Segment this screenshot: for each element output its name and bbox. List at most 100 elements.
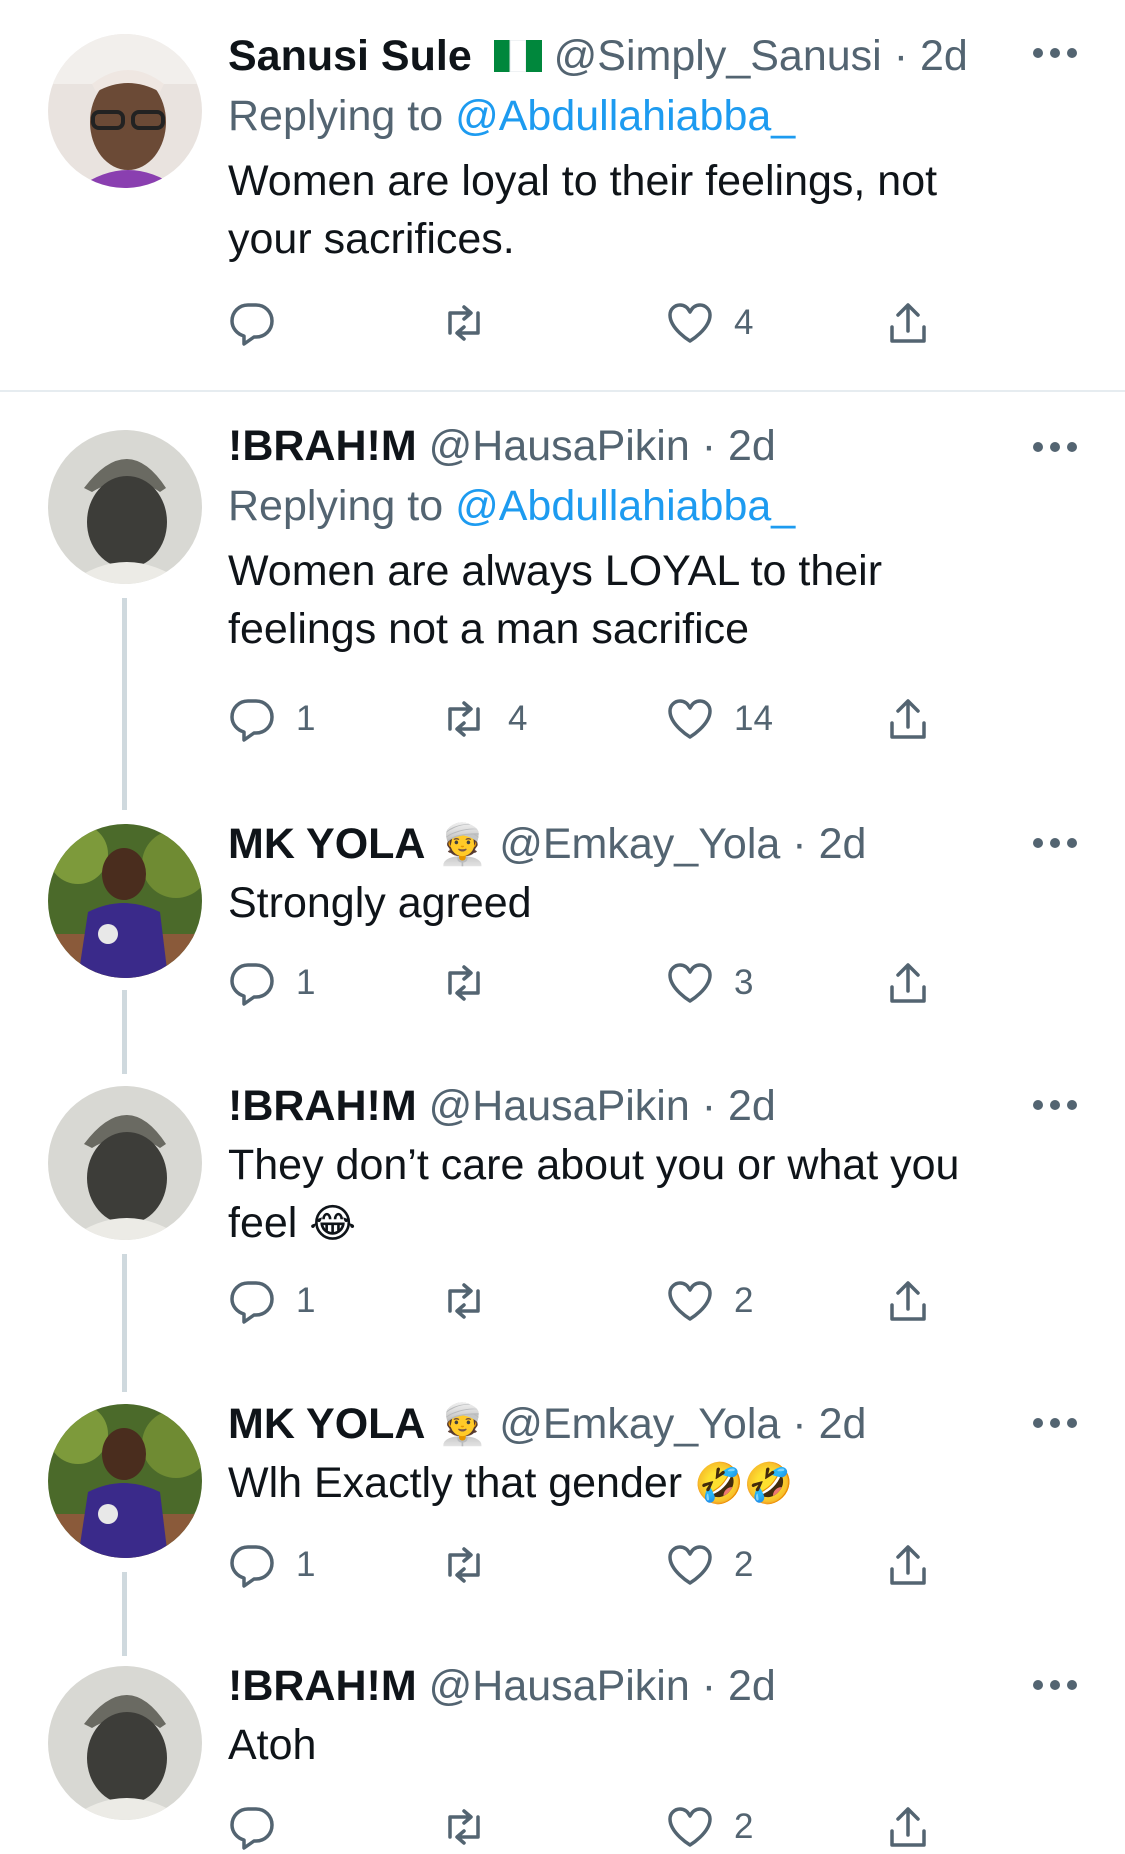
heart-icon bbox=[668, 699, 712, 739]
user-handle[interactable]: @Emkay_Yola bbox=[499, 820, 780, 868]
avatar-image bbox=[48, 1404, 202, 1558]
more-icon[interactable] bbox=[1033, 1100, 1077, 1112]
like-button[interactable]: 2 bbox=[666, 1540, 753, 1590]
replying-to: Replying to @Abdullahiabba_ bbox=[228, 86, 1125, 146]
tweet-text-line: They don’t care about you or what you bbox=[228, 1141, 960, 1189]
display-name[interactable]: !BRAH!M bbox=[228, 422, 417, 470]
reply-icon bbox=[230, 303, 274, 346]
tweet-text-line: feelings not a man sacrifice bbox=[228, 605, 750, 653]
more-icon[interactable] bbox=[1033, 838, 1077, 850]
user-handle[interactable]: @Simply_Sanusi bbox=[554, 32, 882, 80]
reply-count: 1 bbox=[296, 699, 316, 738]
tweet[interactable]: !BRAH!M @HausaPikin · 2d Replying to @Ab… bbox=[0, 392, 1125, 772]
more-icon[interactable] bbox=[1033, 1680, 1077, 1692]
tweet[interactable]: !BRAH!M @HausaPikin · 2d They don’t care… bbox=[0, 1042, 1125, 1362]
share-button[interactable] bbox=[884, 694, 932, 744]
retweet-icon bbox=[448, 1547, 480, 1583]
user-handle[interactable]: @HausaPikin bbox=[429, 1082, 690, 1130]
retweet-button[interactable] bbox=[440, 1540, 508, 1590]
tweet-header: Sanusi Sule @Simply_Sanusi · 2d bbox=[228, 26, 1125, 86]
like-button[interactable]: 14 bbox=[666, 694, 773, 744]
avatar-image bbox=[48, 1086, 202, 1240]
more-icon[interactable] bbox=[1033, 48, 1077, 60]
tweet-text: They don’t care about you or what you fe… bbox=[228, 1136, 1125, 1253]
reply-button[interactable] bbox=[228, 1802, 296, 1852]
tweet-header: !BRAH!M @HausaPikin · 2d bbox=[228, 1656, 1125, 1716]
avatar[interactable] bbox=[48, 1404, 202, 1558]
like-button[interactable]: 2 bbox=[666, 1802, 753, 1852]
retweet-icon bbox=[448, 965, 480, 1001]
like-count: 14 bbox=[734, 699, 773, 738]
tweet-actions: 1 3 bbox=[228, 958, 988, 1008]
display-name[interactable]: !BRAH!M bbox=[228, 1082, 417, 1130]
heart-icon bbox=[668, 1545, 712, 1585]
tweet-header: !BRAH!M @HausaPikin · 2d bbox=[228, 416, 1125, 476]
avatar[interactable] bbox=[48, 34, 202, 188]
tweet-text-line: Atoh bbox=[228, 1721, 317, 1769]
more-icon[interactable] bbox=[1033, 442, 1077, 454]
turban-emoji-icon: 👳 bbox=[437, 822, 488, 868]
tweet-header: MK YOLA 👳 @Emkay_Yola · 2d bbox=[228, 1394, 1125, 1454]
share-button[interactable] bbox=[884, 1540, 932, 1590]
avatar[interactable] bbox=[48, 824, 202, 978]
heart-icon bbox=[668, 963, 712, 1003]
share-button[interactable] bbox=[884, 298, 932, 348]
avatar-image bbox=[48, 1666, 202, 1820]
share-button[interactable] bbox=[884, 1276, 932, 1326]
share-icon bbox=[890, 1545, 926, 1585]
reply-button[interactable]: 1 bbox=[228, 958, 315, 1008]
avatar[interactable] bbox=[48, 1086, 202, 1240]
more-icon[interactable] bbox=[1033, 1418, 1077, 1430]
like-count: 2 bbox=[734, 1545, 754, 1584]
reply-button[interactable]: 1 bbox=[228, 1276, 315, 1326]
tweet[interactable]: MK YOLA 👳 @Emkay_Yola · 2d Strongly agre… bbox=[0, 780, 1125, 1042]
tweet[interactable]: Sanusi Sule @Simply_Sanusi · 2d Replying… bbox=[0, 0, 1125, 390]
heart-icon bbox=[668, 1281, 712, 1321]
like-button[interactable]: 4 bbox=[666, 298, 753, 348]
user-handle[interactable]: @HausaPikin bbox=[429, 1662, 690, 1710]
like-button[interactable]: 3 bbox=[666, 958, 753, 1008]
timestamp[interactable]: 2d bbox=[819, 1400, 867, 1448]
share-button[interactable] bbox=[884, 958, 932, 1008]
retweet-button[interactable] bbox=[440, 298, 508, 348]
timestamp[interactable]: 2d bbox=[728, 1662, 776, 1710]
heart-icon bbox=[668, 303, 712, 343]
timestamp[interactable]: 2d bbox=[920, 32, 968, 80]
tweet[interactable]: !BRAH!M @HausaPikin · 2d Atoh 2 bbox=[0, 1624, 1125, 1854]
share-icon bbox=[890, 303, 926, 343]
reply-button[interactable]: 1 bbox=[228, 694, 315, 744]
timestamp[interactable]: 2d bbox=[819, 820, 867, 868]
reply-button[interactable] bbox=[228, 298, 296, 348]
like-button[interactable]: 2 bbox=[666, 1276, 753, 1326]
tweet[interactable]: MK YOLA 👳 @Emkay_Yola · 2d Wlh Exactly t… bbox=[0, 1362, 1125, 1624]
avatar-image bbox=[48, 34, 202, 188]
reply-button[interactable]: 1 bbox=[228, 1540, 315, 1590]
share-button[interactable] bbox=[884, 1802, 932, 1852]
avatar[interactable] bbox=[48, 430, 202, 584]
retweet-button[interactable] bbox=[440, 1276, 508, 1326]
tweet-header: !BRAH!M @HausaPikin · 2d bbox=[228, 1076, 1125, 1136]
share-icon bbox=[890, 699, 926, 739]
user-handle[interactable]: @Emkay_Yola bbox=[499, 1400, 780, 1448]
tweet-actions: 1 2 bbox=[228, 1276, 988, 1326]
user-handle[interactable]: @HausaPikin bbox=[429, 422, 690, 470]
tweet-text: Wlh Exactly that gender 🤣🤣 bbox=[228, 1454, 1125, 1513]
display-name[interactable]: MK YOLA bbox=[228, 820, 426, 868]
retweet-button[interactable]: 4 bbox=[440, 694, 527, 744]
share-icon bbox=[890, 1807, 926, 1847]
timestamp[interactable]: 2d bbox=[728, 422, 776, 470]
nigeria-flag-icon bbox=[493, 40, 542, 72]
display-name[interactable]: Sanusi Sule bbox=[228, 32, 472, 80]
timestamp[interactable]: 2d bbox=[728, 1082, 776, 1130]
retweet-button[interactable] bbox=[440, 1802, 508, 1852]
display-name[interactable]: !BRAH!M bbox=[228, 1662, 417, 1710]
replying-to: Replying to @Abdullahiabba_ bbox=[228, 476, 1125, 536]
avatar[interactable] bbox=[48, 1666, 202, 1820]
display-name[interactable]: MK YOLA bbox=[228, 1400, 426, 1448]
replying-to-link[interactable]: @Abdullahiabba_ bbox=[455, 92, 795, 140]
retweet-button[interactable] bbox=[440, 958, 508, 1008]
replying-to-link[interactable]: @Abdullahiabba_ bbox=[455, 482, 795, 530]
separator-dot: · bbox=[893, 32, 909, 80]
separator-dot: · bbox=[792, 820, 807, 868]
tweet-text-line: Women are loyal to their feelings, not bbox=[228, 157, 938, 205]
